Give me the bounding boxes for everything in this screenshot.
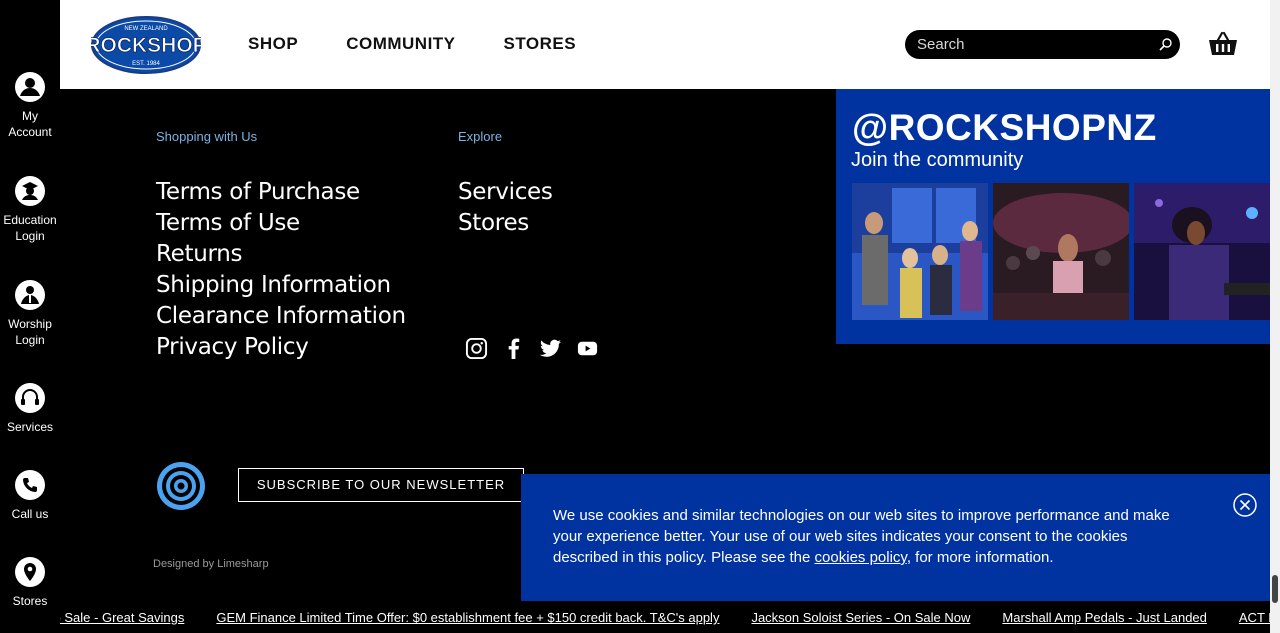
sidebar-item-education-login[interactable]: Education Login bbox=[0, 176, 60, 244]
sidebar-item-my-account[interactable]: My Account bbox=[0, 72, 60, 140]
footer-link-shipping[interactable]: Shipping Information bbox=[156, 270, 406, 301]
youtube-icon[interactable] bbox=[576, 337, 599, 360]
instagram-icon[interactable] bbox=[465, 337, 488, 360]
graduate-icon bbox=[15, 176, 45, 206]
twitter-icon[interactable] bbox=[539, 337, 562, 360]
footer-link-privacy[interactable]: Privacy Policy bbox=[156, 332, 406, 363]
cookie-banner: We use cookies and similar technologies … bbox=[521, 474, 1270, 601]
search-input[interactable] bbox=[917, 34, 1147, 55]
footer-link-terms-of-purchase[interactable]: Terms of Purchase bbox=[156, 177, 406, 208]
sidebar-label: Services bbox=[6, 420, 53, 434]
footer-link-services[interactable]: Services bbox=[458, 177, 553, 208]
site-header: NEW ZEALAND ROCKSHOP EST. 1984 SHOP COMM… bbox=[60, 0, 1270, 89]
footer-link-stores[interactable]: Stores bbox=[458, 208, 553, 239]
instagram-handle: @ROCKSHOPNZ bbox=[852, 107, 1157, 148]
sidebar-label: Call us bbox=[11, 507, 49, 521]
headset-icon bbox=[15, 383, 45, 413]
footer-link-returns[interactable]: Returns bbox=[156, 239, 406, 270]
sidebar-item-call-us[interactable]: Call us bbox=[0, 470, 60, 522]
sidebar-item-worship-login[interactable]: Worship Login bbox=[0, 280, 60, 348]
basket-icon[interactable] bbox=[1207, 28, 1239, 60]
search-box bbox=[905, 30, 1180, 59]
close-icon[interactable] bbox=[1233, 493, 1257, 517]
ticker-item[interactable]: Jackson Soloist Series - On Sale Now bbox=[751, 610, 970, 625]
sidebar-label: Worship bbox=[8, 317, 52, 331]
explore-links: Services Stores bbox=[458, 177, 553, 239]
logo-top-text: NEW ZEALAND bbox=[124, 26, 168, 32]
subscribe-newsletter-button[interactable]: SUBSCRIBE TO OUR NEWSLETTER bbox=[238, 468, 524, 502]
community-photo[interactable] bbox=[852, 183, 988, 320]
sidebar-label: Login bbox=[15, 229, 45, 243]
sidebar-label: Account bbox=[8, 125, 52, 139]
sidebar-label: Education bbox=[3, 213, 57, 227]
rockshop-logo[interactable]: NEW ZEALAND ROCKSHOP EST. 1984 bbox=[85, 16, 207, 74]
facebook-icon[interactable] bbox=[502, 337, 525, 360]
sidebar-label: Stores bbox=[12, 594, 48, 608]
community-photo[interactable] bbox=[993, 183, 1129, 320]
promo-ticker: Tube Amp Sale - Great Savings GEM Financ… bbox=[60, 603, 1270, 633]
shopping-heading: Shopping with Us bbox=[156, 129, 258, 144]
community-photo[interactable] bbox=[1134, 183, 1270, 320]
page-scrollbar[interactable] bbox=[1270, 0, 1280, 633]
social-links bbox=[465, 337, 599, 360]
map-pin-icon bbox=[15, 557, 45, 587]
main-nav: SHOP COMMUNITY STORES bbox=[248, 34, 576, 54]
nav-shop[interactable]: SHOP bbox=[248, 34, 298, 54]
cookie-message: We use cookies and similar technologies … bbox=[553, 505, 1193, 568]
logo-bottom-text: EST. 1984 bbox=[132, 61, 160, 67]
cookie-text-after: , for more information. bbox=[906, 549, 1054, 566]
cookies-policy-link[interactable]: cookies policy bbox=[815, 549, 907, 566]
sidebar-label: Login bbox=[15, 333, 45, 347]
nav-stores[interactable]: STORES bbox=[504, 34, 577, 54]
user-icon bbox=[15, 72, 45, 102]
scrollbar-thumb[interactable] bbox=[1272, 575, 1278, 603]
instagram-subtitle: Join the community bbox=[851, 149, 1024, 171]
footer-link-terms-of-use[interactable]: Terms of Use bbox=[156, 208, 406, 239]
phone-icon bbox=[15, 470, 45, 500]
search-icon[interactable] bbox=[1158, 36, 1174, 52]
logo-brand-text: ROCKSHOP bbox=[91, 34, 201, 57]
instagram-promo[interactable]: @ROCKSHOPNZ Join the community bbox=[836, 89, 1270, 344]
left-sidebar: My Account Education Login Worship Login… bbox=[0, 0, 60, 633]
sidebar-item-stores[interactable]: Stores bbox=[0, 557, 60, 609]
shopping-links: Terms of Purchase Terms of Use Returns S… bbox=[156, 177, 406, 363]
ticker-item[interactable]: ACT F bbox=[1239, 610, 1270, 625]
footer-link-clearance[interactable]: Clearance Information bbox=[156, 301, 406, 332]
explore-heading: Explore bbox=[458, 129, 503, 144]
nav-community[interactable]: COMMUNITY bbox=[346, 34, 455, 54]
ticker-item[interactable]: GEM Finance Limited Time Offer: $0 estab… bbox=[216, 610, 719, 625]
sidebar-item-services[interactable]: Services bbox=[0, 383, 60, 435]
worship-icon bbox=[15, 280, 45, 310]
ticker-item[interactable]: Marshall Amp Pedals - Just Landed bbox=[1002, 610, 1207, 625]
designer-credit[interactable]: Designed by Limesharp bbox=[153, 558, 269, 570]
newsletter-target-icon bbox=[156, 461, 206, 511]
sidebar-label: My bbox=[22, 109, 38, 123]
ticker-item[interactable]: Tube Amp Sale - Great Savings bbox=[60, 610, 184, 625]
